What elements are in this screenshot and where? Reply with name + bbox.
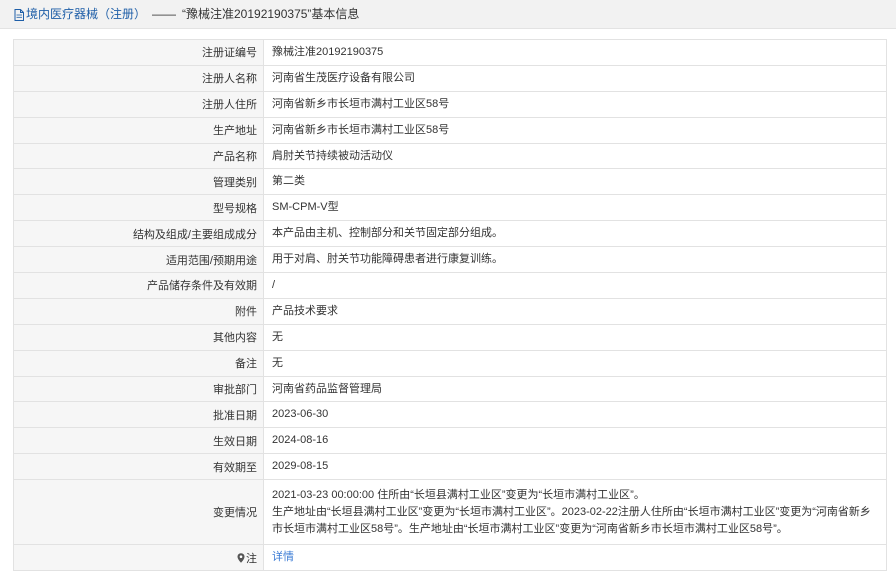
row-value: 本产品由主机、控制部分和关节固定部分组成。 bbox=[263, 220, 887, 248]
row-value: 豫械注准20192190375 bbox=[263, 39, 887, 66]
row-value: 肩肘关节持续被动活动仪 bbox=[263, 142, 887, 170]
row-label: 产品储存条件及有效期 bbox=[13, 272, 264, 299]
table-row: 附件 产品技术要求 bbox=[13, 297, 887, 325]
row-value: SM-CPM-V型 bbox=[263, 194, 887, 222]
page-header: 境内医疗器械（注册） —— “豫械注准20192190375”基本信息 bbox=[0, 0, 896, 29]
row-value-note: 详情 bbox=[263, 544, 887, 572]
table-row: 审批部门 河南省药品监督管理局 bbox=[13, 375, 887, 403]
row-label: 结构及组成/主要组成成分 bbox=[13, 220, 264, 248]
table-row: 注册证编号 豫械注准20192190375 bbox=[13, 39, 887, 66]
row-label: 备注 bbox=[13, 349, 264, 377]
row-value: 无 bbox=[263, 323, 887, 351]
row-label: 管理类别 bbox=[13, 168, 264, 196]
row-label: 注册人住所 bbox=[13, 90, 264, 118]
row-value: 2024-08-16 bbox=[263, 427, 887, 455]
row-label: 生效日期 bbox=[13, 427, 264, 455]
table-row: 有效期至 2029-08-15 bbox=[13, 453, 887, 481]
table-row: 其他内容无 bbox=[13, 323, 887, 351]
table-row: 注册人住所 河南省新乡市长垣市满村工业区58号 bbox=[13, 90, 887, 118]
row-value-changes: 2021-03-23 00:00:00 住所由“长垣县满村工业区”变更为“长垣市… bbox=[263, 479, 887, 546]
row-value: 河南省药品监督管理局 bbox=[263, 375, 887, 403]
row-label: 变更情况 bbox=[13, 479, 264, 546]
table-row: 结构及组成/主要组成成分 本产品由主机、控制部分和关节固定部分组成。 bbox=[13, 220, 887, 248]
row-value: 产品技术要求 bbox=[263, 297, 887, 325]
row-label-note: 注 bbox=[13, 544, 264, 572]
note-label: 注 bbox=[246, 552, 257, 565]
row-value: / bbox=[263, 272, 887, 299]
table-row: 注册人名称 河南省生茂医疗设备有限公司 bbox=[13, 64, 887, 92]
document-icon bbox=[14, 8, 24, 21]
page-title: “豫械注准20192190375”基本信息 bbox=[182, 7, 360, 21]
table-row: 产品储存条件及有效期 / bbox=[13, 272, 887, 299]
row-label: 有效期至 bbox=[13, 453, 264, 481]
row-label: 生产地址 bbox=[13, 116, 264, 144]
row-label: 产品名称 bbox=[13, 142, 264, 170]
row-label: 批准日期 bbox=[13, 401, 264, 429]
row-value: 用于对肩、肘关节功能障碍患者进行康复训练。 bbox=[263, 246, 887, 274]
table-row: 适用范围/预期用途 用于对肩、肘关节功能障碍患者进行康复训练。 bbox=[13, 246, 887, 274]
row-value: 无 bbox=[263, 349, 887, 377]
table-row: 产品名称 肩肘关节持续被动活动仪 bbox=[13, 142, 887, 170]
table-row: 备注无 bbox=[13, 349, 887, 377]
row-label: 适用范围/预期用途 bbox=[13, 246, 264, 274]
table-row-note: 注 详情 bbox=[13, 544, 887, 572]
row-value: 河南省新乡市长垣市满村工业区58号 bbox=[263, 116, 887, 144]
info-table: 注册证编号 豫械注准20192190375 注册人名称 河南省生茂医疗设备有限公司 注册… bbox=[13, 39, 887, 572]
row-label: 审批部门 bbox=[13, 375, 264, 403]
table-row-changes: 变更情况 2021-03-23 00:00:00 住所由“长垣县满村工业区”变更… bbox=[13, 479, 887, 546]
row-label: 附件 bbox=[13, 297, 264, 325]
row-label: 其他内容 bbox=[13, 323, 264, 351]
row-label: 注册人名称 bbox=[13, 64, 264, 92]
table-row: 批准日期 2023-06-30 bbox=[13, 401, 887, 429]
header-separator: —— bbox=[152, 7, 177, 21]
breadcrumb-category[interactable]: 境内医疗器械（注册） bbox=[26, 7, 146, 21]
table-row: 生产地址 河南省新乡市长垣市满村工业区58号 bbox=[13, 116, 887, 144]
location-pin-icon bbox=[237, 552, 245, 566]
details-link[interactable]: 详情 bbox=[272, 551, 294, 563]
change-line-1: 2021-03-23 00:00:00 住所由“长垣县满村工业区”变更为“长垣市… bbox=[272, 488, 645, 501]
row-value: 2029-08-15 bbox=[263, 453, 887, 481]
row-label: 注册证编号 bbox=[13, 39, 264, 66]
row-value: 2023-06-30 bbox=[263, 401, 887, 429]
row-value: 河南省生茂医疗设备有限公司 bbox=[263, 64, 887, 92]
row-value: 第二类 bbox=[263, 168, 887, 196]
table-row: 生效日期 2024-08-16 bbox=[13, 427, 887, 455]
row-label: 型号规格 bbox=[13, 194, 264, 222]
row-value: 河南省新乡市长垣市满村工业区58号 bbox=[263, 90, 887, 118]
change-line-2: 生产地址由“长垣县满村工业区”变更为“长垣市满村工业区”。2023-02-22注… bbox=[272, 505, 871, 535]
table-row: 型号规格 SM-CPM-V型 bbox=[13, 194, 887, 222]
table-row: 管理类别 第二类 bbox=[13, 168, 887, 196]
